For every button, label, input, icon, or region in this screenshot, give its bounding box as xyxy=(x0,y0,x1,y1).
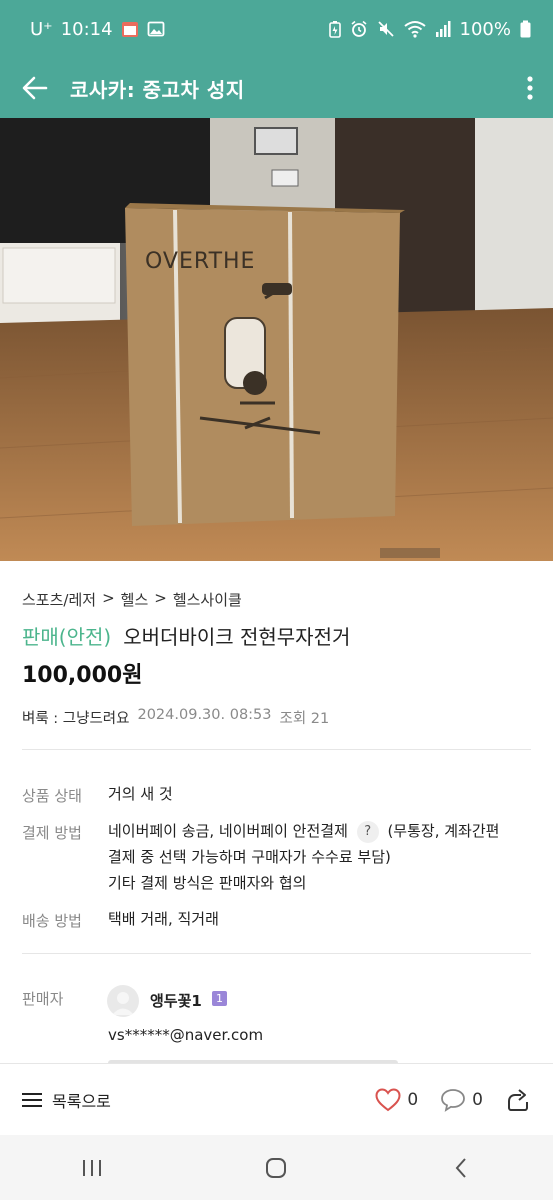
back-to-list-button[interactable]: 목록으로 xyxy=(22,1088,111,1112)
system-nav-bar xyxy=(0,1135,553,1200)
battery-percent: 100% xyxy=(459,18,511,40)
share-button[interactable] xyxy=(505,1088,531,1112)
breadcrumb-item-sports[interactable]: 스포츠/레저 xyxy=(22,589,96,610)
delivery-value: 택배 거래, 직거래 xyxy=(108,910,219,928)
post-content: 스포츠/레저 > 헬스 > 헬스사이클 판매(안전) 오버더바이크 전현무자전거… xyxy=(0,561,553,1063)
battery-icon xyxy=(520,20,531,38)
like-count: 0 xyxy=(407,1089,419,1110)
comment-button[interactable]: 0 xyxy=(440,1088,483,1112)
arrow-left-icon xyxy=(22,76,48,100)
seller-email: vs******@naver.com xyxy=(108,1026,264,1044)
breadcrumb-item-health[interactable]: 헬스 xyxy=(121,589,149,610)
comment-count: 0 xyxy=(472,1089,483,1110)
payment-methods-text: 네이버페이 송금, 네이버페이 안전결제 xyxy=(108,822,348,840)
breadcrumb: 스포츠/레저 > 헬스 > 헬스사이클 xyxy=(22,589,242,610)
seller-label: 판매자 xyxy=(22,990,64,1008)
breadcrumb-separator: > xyxy=(154,589,167,607)
seller-name[interactable]: 앵두꽃1 xyxy=(150,990,202,1011)
more-vertical-icon xyxy=(527,76,533,100)
breadcrumb-separator: > xyxy=(102,589,115,607)
post-date: 2024.09.30. 08:53 xyxy=(137,707,272,723)
box-brand-text: OVERTHE xyxy=(145,249,255,274)
share-icon xyxy=(508,1088,528,1111)
avatar-placeholder-icon xyxy=(112,992,134,1015)
back-button[interactable] xyxy=(0,58,70,118)
home-button[interactable] xyxy=(236,1143,316,1193)
mute-icon xyxy=(377,20,395,38)
payment-line-1: 네이버페이 송금, 네이버페이 안전결제 ? (무통장, 계좌간편 xyxy=(108,818,538,844)
payment-help-button[interactable]: ? xyxy=(356,820,379,843)
chevron-left-icon xyxy=(455,1157,466,1178)
payment-value: 네이버페이 송금, 네이버페이 안전결제 ? (무통장, 계좌간편 결제 중 선… xyxy=(108,818,538,896)
clock: 10:14 xyxy=(60,18,113,40)
condition-value: 거의 새 것 xyxy=(108,785,173,803)
product-price: 100,000원 xyxy=(22,663,143,688)
battery-saver-icon xyxy=(328,20,341,38)
author-name[interactable]: 벼룩 : 그냥드려요 xyxy=(22,707,129,728)
like-button[interactable]: 0 xyxy=(375,1087,419,1112)
breadcrumb-item-health-cycle[interactable]: 헬스사이클 xyxy=(173,589,242,610)
product-title: 오버더바이크 전현무자전거 xyxy=(123,625,351,649)
recents-button[interactable] xyxy=(52,1143,132,1193)
payment-label: 결제 방법 xyxy=(22,824,82,842)
comment-icon xyxy=(441,1088,466,1112)
carrier-label: U⁺ xyxy=(30,18,53,40)
payment-methods-detail: (무통장, 계좌간편 xyxy=(387,822,500,840)
product-photo-image: OVERTHE xyxy=(0,118,553,561)
divider xyxy=(22,749,531,750)
divider xyxy=(22,953,531,954)
sale-status-badge: 판매(안전) xyxy=(22,625,112,649)
more-options-button[interactable] xyxy=(507,58,553,118)
recents-icon xyxy=(83,1159,102,1176)
bottom-action-bar: 목록으로 0 0 xyxy=(0,1063,553,1135)
home-icon xyxy=(266,1157,287,1178)
app-title: 코사카: 중고차 성지 xyxy=(70,77,245,102)
seller-level-badge: 1 xyxy=(212,991,227,1006)
alarm-icon xyxy=(350,20,368,38)
payment-line-3: 기타 결제 방식은 판매자와 협의 xyxy=(108,874,307,892)
menu-icon xyxy=(22,1092,42,1107)
status-bar: U⁺ 10:14 100% xyxy=(0,0,553,58)
product-photo[interactable]: OVERTHE xyxy=(0,118,553,561)
delivery-label: 배송 방법 xyxy=(22,912,82,930)
signal-icon xyxy=(435,20,451,38)
calendar-icon xyxy=(121,20,139,38)
post-title: 판매(안전) 오버더바이크 전현무자전거 xyxy=(22,621,350,650)
system-back-button[interactable] xyxy=(421,1143,501,1193)
seller-avatar[interactable] xyxy=(107,985,139,1017)
payment-line-2: 결제 중 선택 가능하며 구매자가 수수료 부담) xyxy=(108,848,391,866)
back-to-list-label: 목록으로 xyxy=(52,1091,111,1111)
heart-icon xyxy=(375,1087,401,1111)
wifi-icon xyxy=(403,20,426,38)
view-count: 조회 21 xyxy=(279,711,330,727)
condition-label: 상품 상태 xyxy=(22,787,82,805)
app-bar: 코사카: 중고차 성지 xyxy=(0,58,553,118)
post-meta: 벼룩 : 그냥드려요 2024.09.30. 08:53 조회 21 xyxy=(22,707,329,728)
gallery-icon xyxy=(147,20,165,38)
